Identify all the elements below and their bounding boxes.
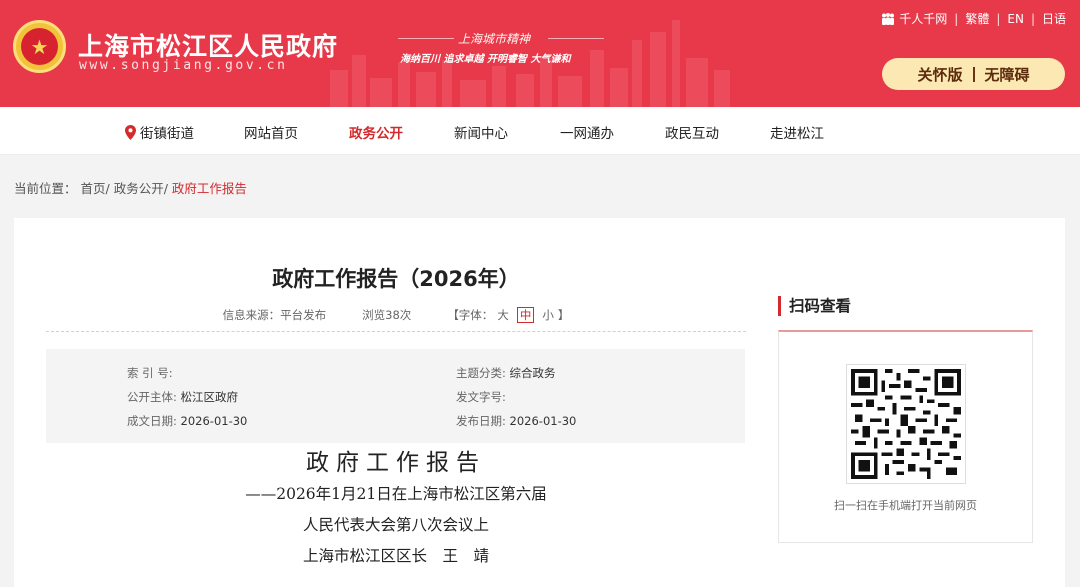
separator: | — [954, 11, 959, 26]
font-small-button[interactable]: 小 — [542, 307, 554, 323]
content-card: 政府工作报告（2026年） 信息来源：平台发布 浏览38次 【字体： 大 中 小… — [14, 218, 1065, 587]
divider — [398, 38, 454, 39]
qr-code-image — [846, 364, 966, 484]
info-label: 发布日期: — [456, 414, 506, 428]
info-category: 主题分类: 综合政务 — [456, 365, 556, 381]
article-title: 政府工作报告（2026年） — [272, 267, 520, 291]
breadcrumb-section[interactable]: 政务公开/ — [114, 181, 168, 196]
nav-item-home[interactable]: 网站首页 — [244, 122, 298, 142]
breadcrumb: 当前位置： 首页/ 政务公开/ 政府工作报告 — [14, 178, 247, 197]
info-value: 2026-01-30 — [509, 414, 577, 428]
info-label: 公开主体: — [127, 390, 177, 404]
document-heading: 政府工作报告 — [306, 450, 486, 476]
nav-item-news[interactable]: 新闻中心 — [454, 122, 508, 142]
info-created-date: 成文日期: 2026-01-30 — [127, 413, 247, 429]
nav-item-gov-affairs[interactable]: 政务公开 — [349, 122, 403, 142]
info-value: 松江区政府 — [180, 390, 239, 404]
divider — [548, 38, 604, 39]
city-spirit-title: 上海城市精神 — [458, 32, 531, 46]
qr-section-heading: 扫码查看 — [778, 296, 851, 316]
care-mode-button[interactable]: 关怀版 — [917, 64, 962, 85]
accessible-mode-button[interactable]: 无障碍 — [985, 64, 1030, 85]
site-url: www.songjiang.gov.cn — [79, 58, 288, 73]
separator: | — [996, 11, 1001, 26]
site-header: ★ 上海市松江区人民政府 www.songjiang.gov.cn 上海城市精神… — [0, 0, 1080, 107]
national-emblem-icon[interactable]: ★ — [13, 20, 66, 73]
info-label: 发文字号: — [456, 390, 506, 404]
info-doc-number: 发文字号: — [456, 389, 506, 405]
info-label: 成文日期: — [127, 414, 177, 428]
info-label: 索 引 号: — [127, 366, 173, 380]
article-meta: 信息来源：平台发布 浏览38次 【字体： 大 中 小 】 — [46, 307, 746, 323]
info-source: 信息来源：平台发布 — [222, 308, 327, 322]
qr-code-icon — [851, 369, 961, 479]
font-size-label: 【字体： — [447, 308, 494, 322]
document-author-line: 上海市松江区区长 王 靖 — [302, 547, 489, 565]
link-english[interactable]: EN — [1007, 12, 1024, 26]
divider — [972, 66, 975, 82]
info-value: 2026-01-30 — [180, 414, 248, 428]
accessibility-bar: 关怀版 无障碍 — [882, 58, 1065, 90]
link-thousand-people[interactable]: 千人千网 — [899, 10, 947, 27]
breadcrumb-home[interactable]: 首页/ — [81, 181, 110, 196]
info-label: 主题分类: — [456, 366, 506, 380]
document-subtitle-line: 人民代表大会第八次会议上 — [302, 516, 489, 534]
font-size-close: 】 — [557, 308, 570, 322]
breadcrumb-prefix: 当前位置： — [14, 181, 77, 196]
nav-item-label: 街镇街道 — [140, 126, 194, 142]
city-spirit-motto: 海纳百川 追求卓越 开明睿智 大气谦和 — [400, 54, 571, 65]
location-pin-icon — [125, 125, 136, 140]
view-count: 浏览38次 — [362, 308, 412, 322]
nav-item-towns[interactable]: 街镇街道 — [125, 122, 194, 142]
people-icon — [882, 12, 895, 25]
info-published-date: 发布日期: 2026-01-30 — [456, 413, 576, 429]
font-medium-button[interactable]: 中 — [516, 307, 535, 323]
qr-panel: 扫一扫在手机端打开当前网页 — [778, 330, 1033, 543]
info-index: 索 引 号: — [127, 365, 173, 381]
qr-caption: 扫一扫在手机端打开当前网页 — [834, 499, 977, 512]
nav-item-interaction[interactable]: 政民互动 — [665, 122, 719, 142]
nav-item-one-stop[interactable]: 一网通办 — [560, 122, 614, 142]
divider — [46, 331, 746, 332]
breadcrumb-current[interactable]: 政府工作报告 — [172, 181, 247, 196]
font-large-button[interactable]: 大 — [497, 307, 509, 323]
main-nav: 街镇街道 网站首页 政务公开 新闻中心 一网通办 政民互动 走进松江 — [0, 107, 1080, 155]
separator: | — [1030, 11, 1035, 26]
document-info-box: 索 引 号: 主题分类: 综合政务 公开主体: 松江区政府 发文字号: 成文日期… — [46, 349, 745, 443]
nav-item-about[interactable]: 走进松江 — [770, 122, 824, 142]
link-japanese[interactable]: 日语 — [1042, 10, 1066, 27]
info-value: 综合政务 — [509, 366, 556, 380]
document-subtitle-line: ——2026年1月21日在上海市松江区第六届 — [245, 485, 547, 503]
info-publisher: 公开主体: 松江区政府 — [127, 389, 238, 405]
top-links: 千人千网 | 繁體 | EN | 日语 — [881, 10, 1066, 27]
link-traditional-chinese[interactable]: 繁體 — [965, 10, 989, 27]
